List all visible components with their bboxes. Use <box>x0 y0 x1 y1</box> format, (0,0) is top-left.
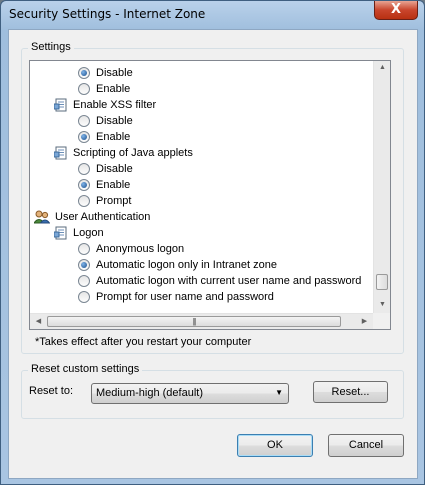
radio-button[interactable] <box>78 243 90 255</box>
cancel-button[interactable]: Cancel <box>328 434 404 457</box>
settings-list: Disable Enable Enable XSS filter Disable Ena… <box>30 61 373 314</box>
option-label: Enable <box>96 131 131 143</box>
scroll-corner <box>373 313 390 329</box>
settings-group-label: Settings <box>28 41 74 53</box>
title-bar[interactable]: Security Settings - Internet Zone X <box>1 1 424 29</box>
radio-option[interactable]: Enable <box>78 177 130 193</box>
settings-listbox[interactable]: Disable Enable Enable XSS filter Disable Ena… <box>29 60 391 330</box>
radio-button[interactable] <box>78 291 90 303</box>
radio-button[interactable] <box>78 83 90 95</box>
settings-header: Enable XSS filter <box>53 97 157 113</box>
restart-note: *Takes effect after you restart your com… <box>35 336 252 348</box>
users-icon <box>33 210 51 224</box>
radio-option[interactable]: Prompt for user name and password <box>78 289 274 305</box>
scroll-left-arrow-icon[interactable]: ◀ <box>30 317 47 325</box>
radio-option[interactable]: Disable <box>78 161 133 177</box>
radio-button[interactable] <box>78 67 90 79</box>
option-label: Logon <box>73 227 104 239</box>
radio-button[interactable] <box>78 179 90 191</box>
option-label: Disable <box>96 67 133 79</box>
reset-to-label: Reset to: <box>29 385 74 397</box>
option-label: Enable XSS filter <box>73 99 157 111</box>
settings-page-icon <box>53 146 68 160</box>
radio-option[interactable]: Automatic logon with current user name a… <box>78 273 361 289</box>
option-label: User Authentication <box>55 211 151 223</box>
reset-group-label: Reset custom settings <box>28 363 143 375</box>
window-title: Security Settings - Internet Zone <box>9 7 206 21</box>
radio-option[interactable]: Anonymous logon <box>78 241 184 257</box>
horizontal-scrollbar[interactable]: ◀ ||| ▶ <box>30 313 373 329</box>
ok-button[interactable]: OK <box>237 434 313 457</box>
option-label: Disable <box>96 163 133 175</box>
radio-button[interactable] <box>78 131 90 143</box>
close-button[interactable]: X <box>374 1 418 20</box>
radio-option[interactable]: Automatic logon only in Intranet zone <box>78 257 277 273</box>
radio-option[interactable]: Disable <box>78 113 133 129</box>
radio-option[interactable]: Enable <box>78 81 130 97</box>
radio-button[interactable] <box>78 275 90 287</box>
radio-button[interactable] <box>78 163 90 175</box>
radio-option[interactable]: Prompt <box>78 193 131 209</box>
settings-page-icon <box>53 98 68 112</box>
reset-level-value: Medium-high (default) <box>96 387 203 399</box>
horizontal-scroll-thumb[interactable]: ||| <box>47 316 341 327</box>
option-label: Automatic logon only in Intranet zone <box>96 259 278 271</box>
option-label: Automatic logon with current user name a… <box>96 275 362 287</box>
security-settings-window: Security Settings - Internet Zone X Sett… <box>0 0 425 485</box>
dropdown-arrow-icon: ▼ <box>275 388 283 397</box>
settings-header: Logon <box>53 225 104 241</box>
radio-option[interactable]: Disable <box>78 65 133 81</box>
settings-category: User Authentication <box>33 209 151 225</box>
scroll-right-arrow-icon[interactable]: ▶ <box>356 317 373 325</box>
scroll-up-arrow-icon[interactable]: ▲ <box>374 64 391 71</box>
option-label: Disable <box>96 115 133 127</box>
scroll-grip-icon: ||| <box>192 317 196 326</box>
option-label: Scripting of Java applets <box>73 147 193 159</box>
option-label: Anonymous logon <box>96 243 185 255</box>
scroll-down-arrow-icon[interactable]: ▼ <box>374 301 391 308</box>
radio-button[interactable] <box>78 259 90 271</box>
vertical-scrollbar[interactable]: ▲ ▼ <box>373 61 390 314</box>
radio-button[interactable] <box>78 195 90 207</box>
option-label: Prompt for user name and password <box>96 291 274 303</box>
reset-button[interactable]: Reset... <box>313 381 388 403</box>
settings-header: Scripting of Java applets <box>53 145 193 161</box>
radio-button[interactable] <box>78 115 90 127</box>
option-label: Prompt <box>96 195 132 207</box>
option-label: Enable <box>96 179 131 191</box>
option-label: Enable <box>96 83 131 95</box>
vertical-scroll-thumb[interactable] <box>376 274 388 290</box>
reset-level-select[interactable]: Medium-high (default) ▼ <box>91 383 289 404</box>
radio-option[interactable]: Enable <box>78 129 130 145</box>
settings-page-icon <box>53 226 68 240</box>
